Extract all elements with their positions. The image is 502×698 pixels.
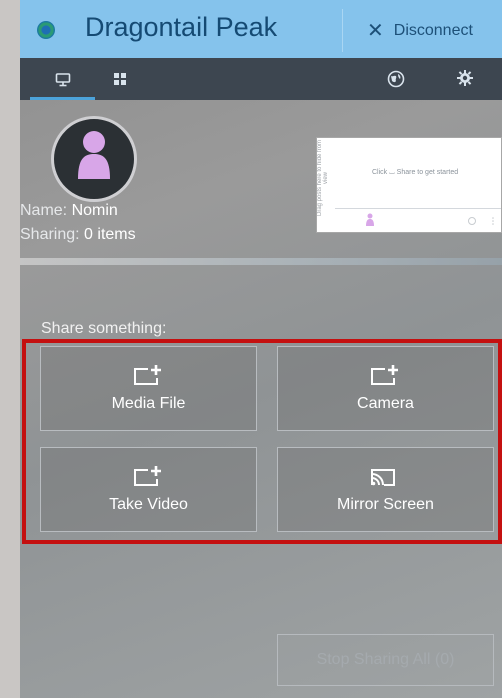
profile-name: Name: Nomin	[20, 202, 118, 220]
share-heading: Share something:	[41, 320, 167, 337]
app-logo-icon	[37, 21, 55, 39]
preview-more-icon	[492, 217, 494, 225]
sharing-count: 0 items	[84, 226, 136, 243]
globe-icon	[387, 70, 405, 88]
mirror-screen-button[interactable]: Mirror Screen	[277, 447, 494, 532]
disconnect-button[interactable]: ✕ Disconnect	[342, 9, 502, 52]
stop-sharing-all-button[interactable]: Stop Sharing All (0)	[277, 634, 494, 686]
take-video-button[interactable]: Take Video	[40, 447, 257, 532]
media-file-label: Media File	[111, 394, 186, 412]
preview-chat-icon	[468, 217, 476, 225]
preview-side-text: Drag posts here to hide from view	[317, 139, 329, 217]
camera-button[interactable]: Camera	[277, 346, 494, 431]
close-icon: ✕	[367, 20, 384, 42]
preview-bottom-bar	[335, 208, 501, 232]
settings-button[interactable]	[456, 69, 474, 92]
preview-user-icon	[366, 213, 374, 226]
app-title: Dragontail Peak	[85, 12, 278, 42]
camera-label: Camera	[357, 394, 414, 412]
name-label: Name:	[20, 202, 72, 219]
sharing-label: Sharing:	[20, 226, 85, 243]
grid-icon	[114, 73, 126, 85]
take-video-label: Take Video	[109, 495, 188, 513]
title-bar: Dragontail Peak ✕ Disconnect	[20, 0, 502, 58]
preview-message: Click ⌴ Share to get started	[372, 169, 459, 176]
user-figure-icon	[78, 131, 110, 179]
tab-apps[interactable]	[113, 72, 127, 91]
gear-icon	[457, 70, 473, 86]
globe-button[interactable]	[387, 70, 405, 93]
cast-icon	[370, 468, 395, 486]
shared-preview-panel[interactable]: Drag posts here to hide from view Click …	[316, 137, 502, 233]
tab-desktop[interactable]	[30, 58, 95, 100]
mirror-screen-label: Mirror Screen	[337, 495, 434, 513]
sharing-status: Sharing: 0 items	[20, 226, 136, 244]
media-file-button[interactable]: Media File	[40, 346, 257, 431]
desktop-icon	[55, 73, 71, 87]
tab-bar	[20, 58, 502, 100]
disconnect-label: Disconnect	[393, 21, 473, 39]
stop-sharing-all-label: Stop Sharing All (0)	[316, 651, 455, 668]
add-screen-icon	[133, 364, 161, 385]
name-value: Nomin	[71, 202, 118, 219]
app-window: Dragontail Peak ✕ Disconnect Name: Nomin…	[20, 0, 502, 698]
add-screen-icon	[370, 364, 398, 385]
add-screen-icon	[133, 465, 161, 486]
avatar	[51, 116, 137, 202]
section-divider	[20, 258, 502, 265]
